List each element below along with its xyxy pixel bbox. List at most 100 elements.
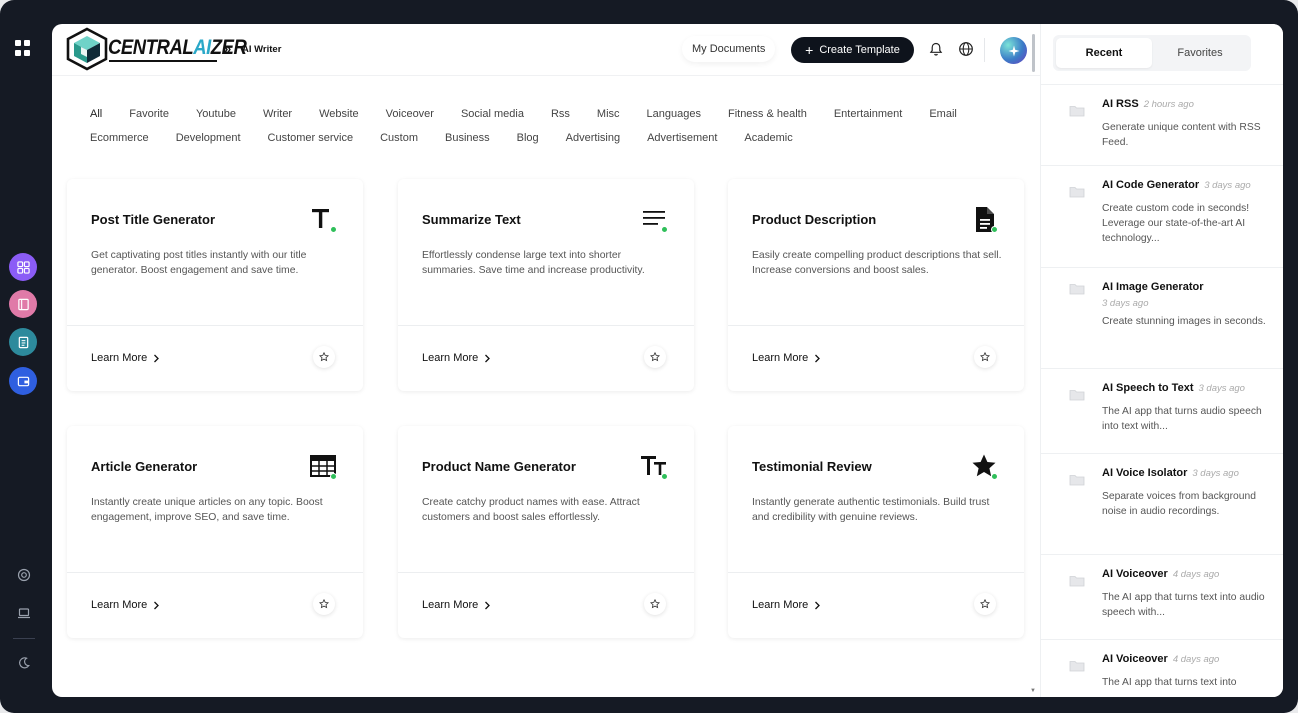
filter-ecommerce[interactable]: Ecommerce: [90, 132, 149, 144]
status-dot: [661, 226, 668, 233]
language-globe-icon[interactable]: [958, 41, 974, 57]
rail-app-book-icon[interactable]: [9, 290, 37, 318]
template-card[interactable]: Article Generator Instantly create unique…: [67, 426, 363, 638]
breadcrumb[interactable]: AI Writer: [242, 44, 281, 55]
category-filters: All Favorite Youtube Writer Website Voiceover…: [90, 102, 1010, 150]
main-panel: CENTRALAIZER » AI Writer My Documents + …: [52, 24, 1283, 697]
favorite-star-button[interactable]: [974, 346, 996, 368]
recent-item-description: Separate voices from background noise in…: [1102, 491, 1256, 517]
filter-development[interactable]: Development: [176, 132, 241, 144]
card-title: Product Description: [752, 212, 877, 227]
favorite-star-button[interactable]: [313, 593, 335, 615]
star-outline-icon: [650, 352, 660, 362]
tab-recent[interactable]: Recent: [1056, 38, 1152, 68]
recent-item-time: 3 days ago: [1102, 298, 1149, 309]
favorite-star-button[interactable]: [644, 593, 666, 615]
filter-all[interactable]: All: [90, 108, 102, 120]
template-card[interactable]: Testimonial Review Instantly generate aut…: [728, 426, 1024, 638]
filter-misc[interactable]: Misc: [597, 108, 620, 120]
template-card[interactable]: Product Description Easily create compell…: [728, 179, 1024, 391]
template-card[interactable]: Summarize Text Effortlessly condense larg…: [398, 179, 694, 391]
main-scrollbar[interactable]: ▼: [1030, 26, 1038, 696]
dark-mode-moon-icon[interactable]: [16, 655, 32, 671]
favorite-star-button[interactable]: [313, 346, 335, 368]
filter-writer[interactable]: Writer: [263, 108, 292, 120]
filter-custom[interactable]: Custom: [380, 132, 418, 144]
recent-item[interactable]: AI Voiceover 4 days ago The AI app that tu…: [1041, 640, 1283, 697]
scroll-down-arrow-icon[interactable]: ▼: [1030, 688, 1036, 694]
recent-item-time: 3 days ago: [1204, 180, 1251, 191]
card-description: Instantly create unique articles on any …: [91, 497, 323, 523]
rail-app-dashboard-icon[interactable]: [9, 253, 37, 281]
star-outline-icon: [650, 599, 660, 609]
recent-item-name: AI Speech to Text 3 days ago: [1102, 382, 1245, 394]
card-divider: [398, 325, 694, 326]
app-window: CENTRALAIZER » AI Writer My Documents + …: [0, 0, 1298, 713]
star-outline-icon: [980, 599, 990, 609]
user-avatar[interactable]: [1000, 37, 1027, 64]
create-template-label: Create Template: [819, 44, 900, 56]
template-card[interactable]: Post Title Generator Get captivating post…: [67, 179, 363, 391]
filter-advertising[interactable]: Advertising: [566, 132, 620, 144]
learn-more-link[interactable]: Learn More: [422, 599, 491, 611]
filter-row: All Favorite Youtube Writer Website Voiceover…: [90, 102, 1010, 126]
filter-entertainment[interactable]: Entertainment: [834, 108, 902, 120]
filter-academic[interactable]: Academic: [744, 132, 792, 144]
filter-social-media[interactable]: Social media: [461, 108, 524, 120]
apps-grid-icon[interactable]: [15, 40, 31, 56]
chevron-right-icon: [485, 354, 491, 362]
star-outline-icon: [319, 352, 329, 362]
recent-panel: Recent Favorites AI RSS 2 hours ago Genera…: [1040, 24, 1283, 697]
recent-item-name: AI Voiceover 4 days ago: [1102, 568, 1220, 580]
recent-item-description: The AI app that turns text into audio sp…: [1102, 592, 1265, 618]
filter-fitness-health[interactable]: Fitness & health: [728, 108, 807, 120]
filter-email[interactable]: Email: [929, 108, 957, 120]
filter-business[interactable]: Business: [445, 132, 490, 144]
filter-customer-service[interactable]: Customer service: [268, 132, 354, 144]
recent-item-name: AI Image Generator: [1102, 281, 1204, 293]
learn-more-link[interactable]: Learn More: [752, 599, 821, 611]
favorite-star-button[interactable]: [644, 346, 666, 368]
card-title: Product Name Generator: [422, 459, 576, 474]
tab-favorites[interactable]: Favorites: [1152, 38, 1248, 68]
template-card[interactable]: Product Name Generator Create catchy prod…: [398, 426, 694, 638]
card-description: Easily create compelling product descrip…: [752, 250, 1002, 276]
filter-languages[interactable]: Languages: [647, 108, 701, 120]
chevron-right-icon: [154, 601, 160, 609]
recent-item[interactable]: AI Speech to Text 3 days ago The AI app th…: [1041, 369, 1283, 454]
learn-more-link[interactable]: Learn More: [91, 352, 160, 364]
favorite-star-button[interactable]: [974, 593, 996, 615]
support-icon[interactable]: [16, 567, 32, 583]
recent-item[interactable]: AI Image Generator 3 days ago Create stunn…: [1041, 268, 1283, 369]
learn-more-link[interactable]: Learn More: [752, 352, 821, 364]
recent-item[interactable]: AI Voiceover 4 days ago The AI app that tu…: [1041, 555, 1283, 640]
filter-rss[interactable]: Rss: [551, 108, 570, 120]
filter-advertisement[interactable]: Advertisement: [647, 132, 717, 144]
scrollbar-thumb[interactable]: [1032, 34, 1035, 72]
recent-item-time: 4 days ago: [1172, 569, 1220, 580]
learn-more-label: Learn More: [752, 599, 809, 611]
laptop-icon[interactable]: [16, 605, 32, 621]
plus-icon: +: [805, 41, 814, 58]
learn-more-link[interactable]: Learn More: [91, 599, 160, 611]
learn-more-label: Learn More: [422, 599, 479, 611]
rail-app-wallet-icon[interactable]: [9, 367, 37, 395]
card-divider: [728, 572, 1024, 573]
notification-bell-icon[interactable]: [928, 41, 944, 57]
recent-item[interactable]: AI RSS 2 hours ago Generate unique content…: [1041, 85, 1283, 166]
rail-app-writer-icon[interactable]: [9, 328, 37, 356]
recent-item[interactable]: AI Code Generator 3 days ago Create custom…: [1041, 166, 1283, 268]
learn-more-label: Learn More: [91, 599, 148, 611]
filter-website[interactable]: Website: [319, 108, 359, 120]
filter-voiceover[interactable]: Voiceover: [386, 108, 434, 120]
folder-icon: [1069, 284, 1085, 295]
recent-item-time: 4 days ago: [1172, 654, 1220, 665]
my-documents-button[interactable]: My Documents: [682, 36, 776, 62]
learn-more-link[interactable]: Learn More: [422, 352, 491, 364]
recent-item[interactable]: AI Voice Isolator 3 days ago Separate voic…: [1041, 454, 1283, 555]
filter-favorite[interactable]: Favorite: [129, 108, 169, 120]
card-description: Instantly generate authentic testimonial…: [752, 497, 990, 523]
filter-youtube[interactable]: Youtube: [196, 108, 236, 120]
create-template-button[interactable]: + Create Template: [791, 37, 914, 63]
filter-blog[interactable]: Blog: [517, 132, 539, 144]
